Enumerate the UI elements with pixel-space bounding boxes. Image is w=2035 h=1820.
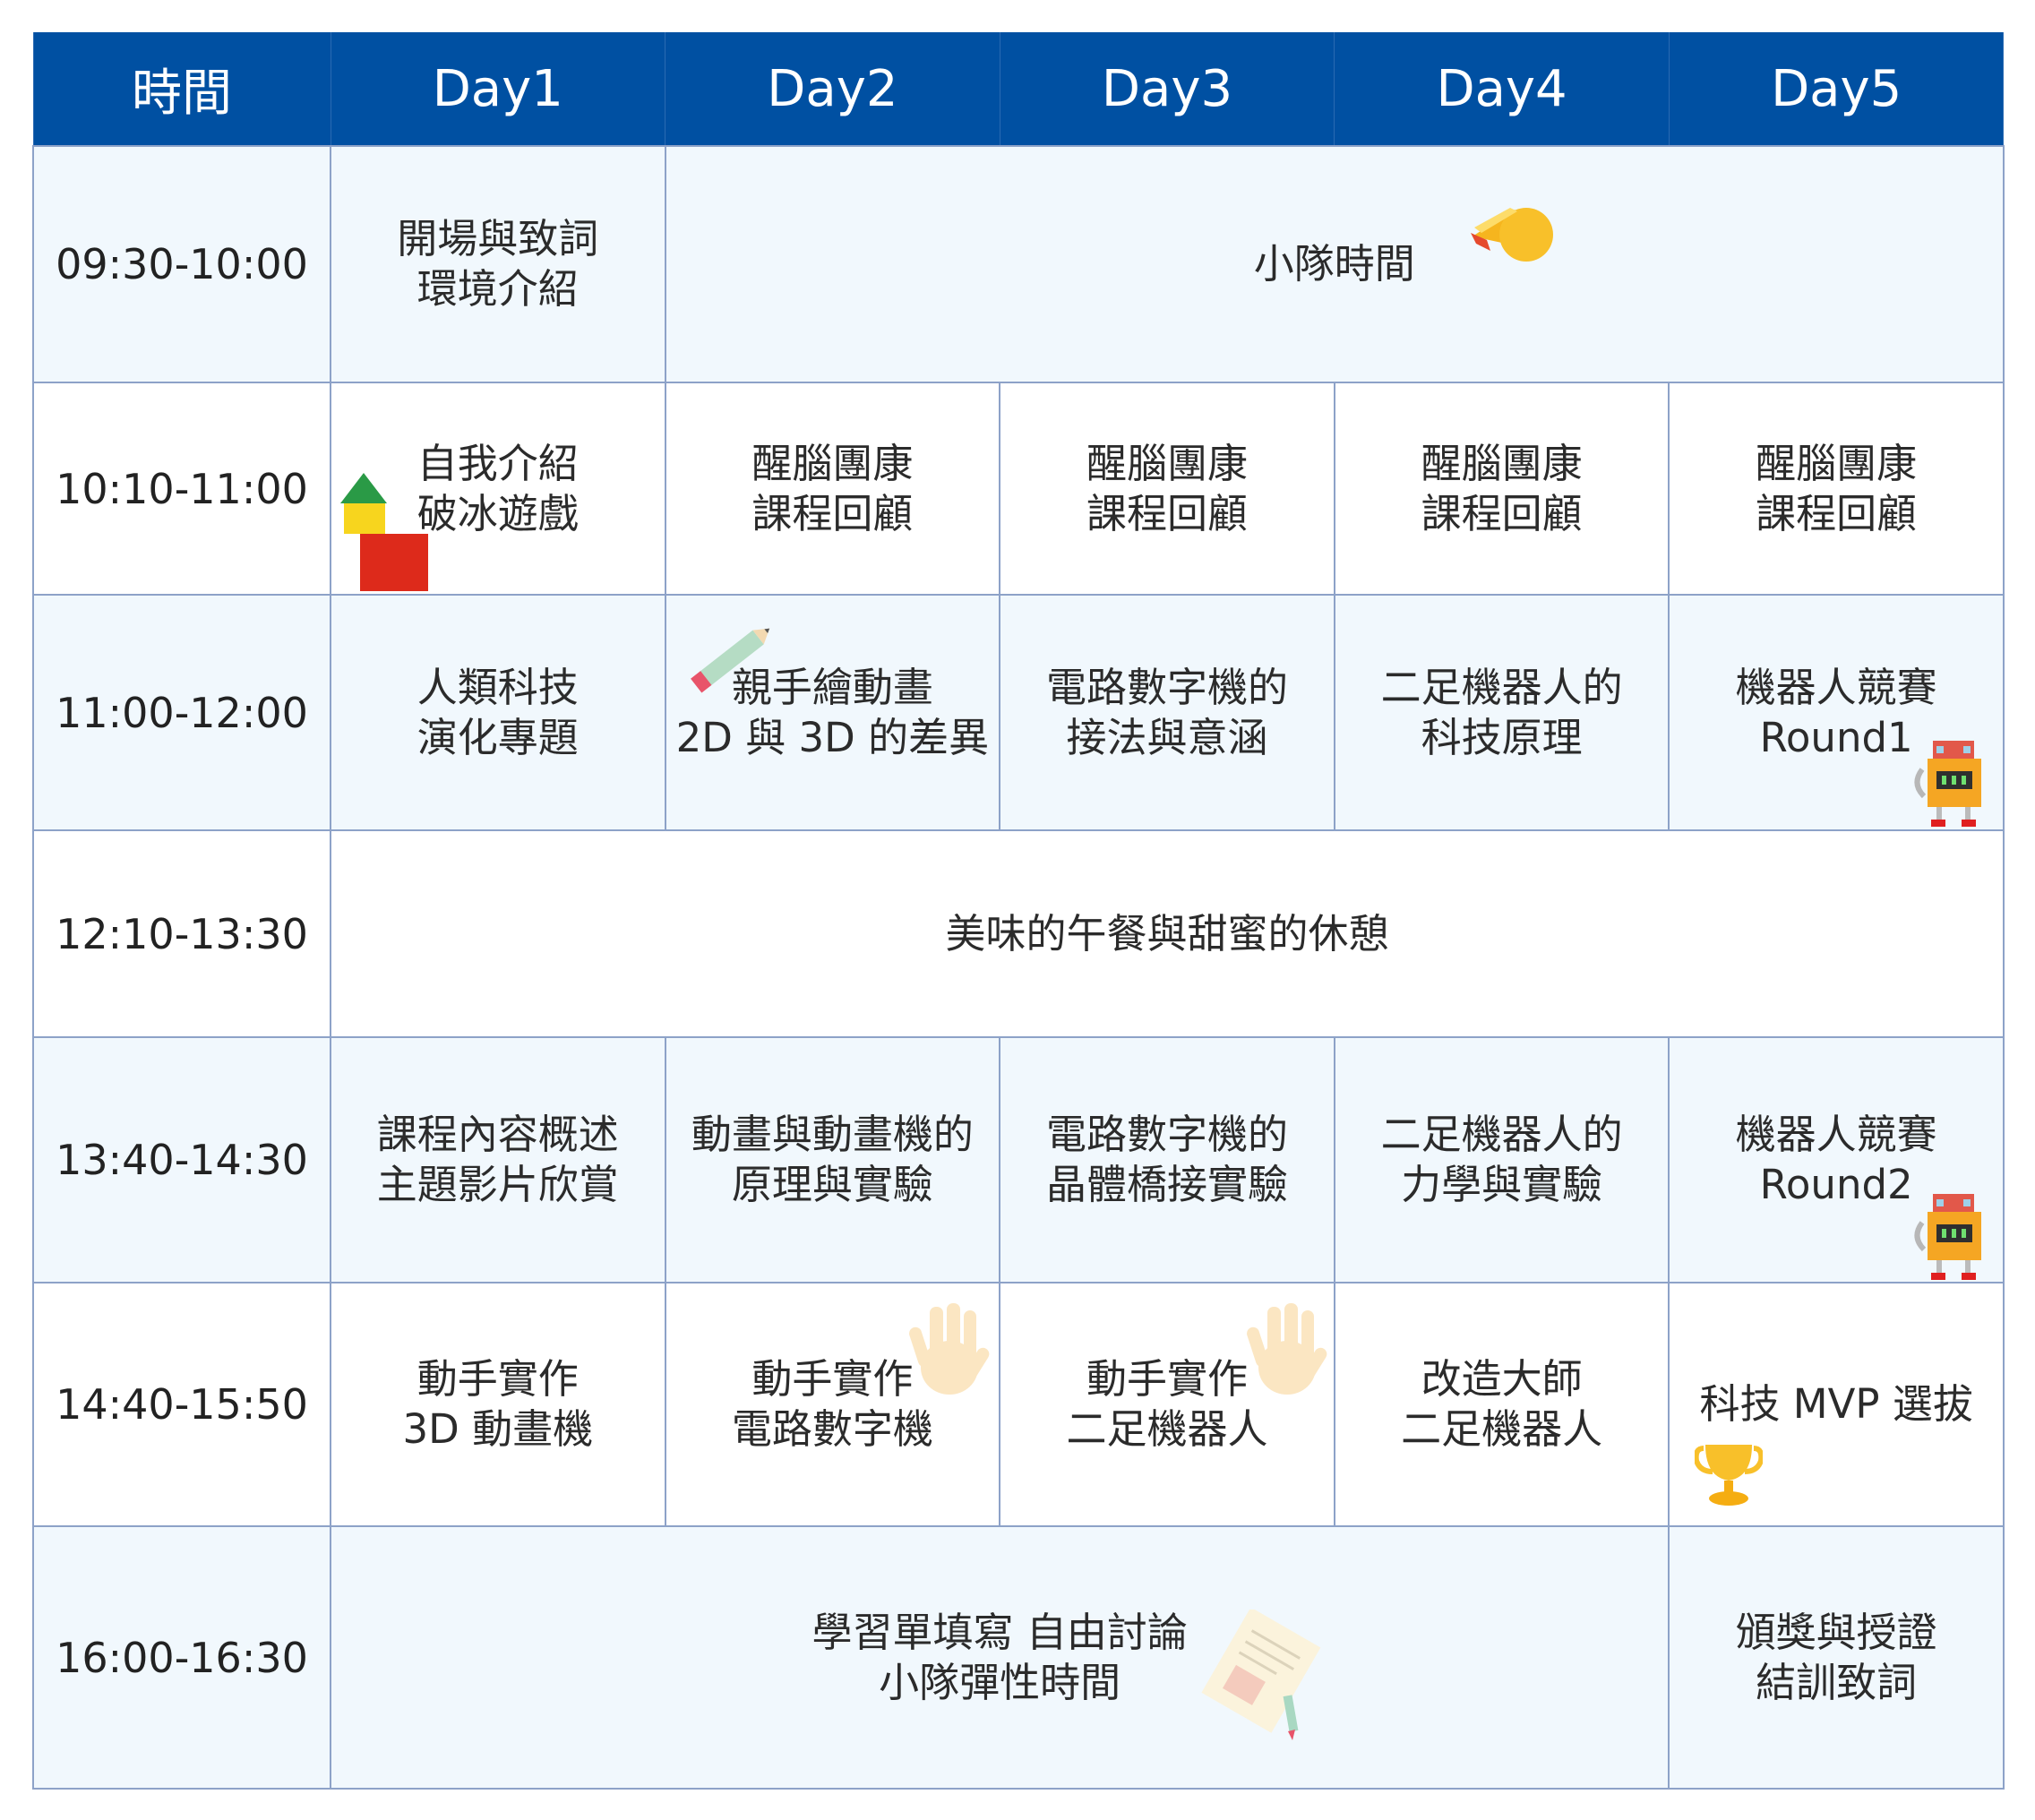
activity-cell: 動手實作 二足機器人 bbox=[999, 1282, 1335, 1527]
time-cell: 11:00-12:00 bbox=[32, 594, 331, 831]
header-time: 時間 bbox=[32, 32, 331, 146]
time-cell: 09:30-10:00 bbox=[32, 145, 331, 383]
activity-cell: 課程內容概述 主題影片欣賞 bbox=[330, 1036, 666, 1283]
activity-line: 小隊時間 bbox=[1253, 240, 1415, 288]
activity-line: 二足機器人 bbox=[1401, 1405, 1603, 1453]
activity-cell: 電路數字機的 晶體橋接實驗 bbox=[999, 1036, 1335, 1283]
activity-line: 主題影片欣賞 bbox=[376, 1161, 619, 1208]
schedule-row: 12:10-13:30 美味的午餐與甜蜜的休憩 bbox=[32, 829, 2005, 1038]
activity-line: 3D 動畫機 bbox=[402, 1405, 594, 1453]
schedule-table: 時間 Day1 Day2 Day3 Day4 Day5 09:30-10:00 … bbox=[32, 32, 2005, 1790]
activity-line: 二足機器人 bbox=[1066, 1405, 1268, 1453]
activity-line: 課程回顧 bbox=[1086, 489, 1248, 537]
activity-line: 課程回顧 bbox=[751, 489, 914, 537]
activity-cell: 動手實作 3D 動畫機 bbox=[330, 1282, 666, 1527]
activity-line: 電路數字機的 bbox=[1045, 1111, 1288, 1158]
schedule-row: 16:00-16:30 學習單填寫 自由討論 小隊彈性時間 頒獎與授證 結訓致詞 bbox=[32, 1525, 2005, 1790]
activity-line: 原理與實驗 bbox=[731, 1161, 933, 1208]
activity-line: 接法與意涵 bbox=[1066, 713, 1268, 761]
activity-cell: 開場與致詞 環境介紹 bbox=[330, 145, 666, 383]
activity-cell-merged: 學習單填寫 自由討論 小隊彈性時間 bbox=[329, 1525, 1670, 1790]
activity-line: 醒腦團康 bbox=[751, 439, 914, 487]
activity-line: 醒腦團康 bbox=[1421, 439, 1583, 487]
header-day3: Day3 bbox=[999, 32, 1335, 146]
activity-line: 親手繪動畫 bbox=[731, 663, 933, 711]
header-day5: Day5 bbox=[1668, 32, 2005, 146]
activity-line: Round2 bbox=[1759, 1161, 1913, 1208]
activity-cell-merged: 美味的午餐與甜蜜的休憩 bbox=[330, 829, 2005, 1038]
activity-cell: 頒獎與授證 結訓致詞 bbox=[1668, 1525, 2005, 1790]
activity-line: 課程回顧 bbox=[1421, 489, 1583, 537]
activity-cell-merged: 小隊時間 bbox=[664, 145, 2005, 383]
activity-cell: 二足機器人的 科技原理 bbox=[1333, 594, 1670, 831]
activity-line: 醒腦團康 bbox=[1086, 439, 1248, 487]
time-cell: 13:40-14:30 bbox=[32, 1036, 331, 1283]
activity-cell: 醒腦團康 課程回顧 bbox=[1668, 382, 2005, 596]
activity-cell: 自我介紹 破冰遊戲 bbox=[330, 382, 666, 596]
header-day2: Day2 bbox=[665, 32, 1000, 146]
activity-line: 動手實作 bbox=[416, 1355, 579, 1403]
schedule-row: 10:10-11:00 自我介紹 破冰遊戲 醒腦團康 課程回顧 醒腦團康 課程回… bbox=[32, 382, 2005, 596]
activity-line: 動手實作 bbox=[751, 1355, 914, 1403]
header-day4: Day4 bbox=[1334, 32, 1670, 146]
activity-line: 改造大師 bbox=[1421, 1355, 1583, 1403]
activity-line: 力學與實驗 bbox=[1401, 1161, 1603, 1208]
schedule-row: 14:40-15:50 動手實作 3D 動畫機 動手實作 電路數字機 動手實作 … bbox=[32, 1282, 2005, 1527]
activity-line: 開場與致詞 bbox=[397, 215, 599, 262]
activity-line: 醒腦團康 bbox=[1756, 439, 1918, 487]
activity-cell: 電路數字機的 接法與意涵 bbox=[999, 594, 1335, 831]
activity-cell: 改造大師 二足機器人 bbox=[1333, 1282, 1670, 1527]
activity-line: 二足機器人的 bbox=[1380, 1111, 1623, 1158]
activity-cell: 親手繪動畫 2D 與 3D 的差異 bbox=[664, 594, 1001, 831]
time-cell: 12:10-13:30 bbox=[32, 829, 331, 1038]
time-cell: 16:00-16:30 bbox=[32, 1525, 331, 1790]
activity-line: 動手實作 bbox=[1086, 1355, 1248, 1403]
activity-cell: 動手實作 電路數字機 bbox=[664, 1282, 1001, 1527]
activity-cell: 科技 MVP 選拔 bbox=[1668, 1282, 2005, 1527]
activity-line: 人類科技 bbox=[416, 663, 579, 711]
activity-line: 動畫與動畫機的 bbox=[691, 1111, 974, 1158]
activity-line: 環境介紹 bbox=[416, 265, 579, 313]
activity-cell: 醒腦團康 課程回顧 bbox=[999, 382, 1335, 596]
activity-line: 小隊彈性時間 bbox=[879, 1658, 1121, 1706]
schedule-row: 13:40-14:30 課程內容概述 主題影片欣賞 動畫與動畫機的 原理與實驗 … bbox=[32, 1036, 2005, 1283]
activity-line: 二足機器人的 bbox=[1380, 663, 1623, 711]
activity-cell: 二足機器人的 力學與實驗 bbox=[1333, 1036, 1670, 1283]
activity-line: 自我介紹 bbox=[416, 439, 579, 487]
activity-line: 美味的午餐與甜蜜的休憩 bbox=[945, 909, 1389, 957]
activity-line: 課程回顧 bbox=[1756, 489, 1918, 537]
activity-line: 科技原理 bbox=[1421, 713, 1583, 761]
activity-line: 演化專題 bbox=[416, 713, 579, 761]
time-cell: 14:40-15:50 bbox=[32, 1282, 331, 1527]
activity-line: 頒獎與授證 bbox=[1735, 1608, 1937, 1656]
activity-line: 機器人競賽 bbox=[1735, 1111, 1937, 1158]
schedule-row: 09:30-10:00 開場與致詞 環境介紹 小隊時間 bbox=[32, 145, 2005, 383]
activity-line: 學習單填寫 自由討論 bbox=[811, 1608, 1188, 1656]
trophy-icon bbox=[1695, 1445, 1764, 1506]
schedule-table-container: 時間 Day1 Day2 Day3 Day4 Day5 09:30-10:00 … bbox=[32, 32, 2005, 1790]
header-day1: Day1 bbox=[330, 32, 666, 146]
activity-cell: 醒腦團康 課程回顧 bbox=[1333, 382, 1670, 596]
schedule-row: 11:00-12:00 人類科技 演化專題 親手繪動畫 2D 與 3D 的差異 bbox=[32, 594, 2005, 831]
activity-line: 電路數字機 bbox=[731, 1405, 933, 1453]
activity-cell: 動畫與動畫機的 原理與實驗 bbox=[664, 1036, 1001, 1283]
activity-cell: 人類科技 演化專題 bbox=[330, 594, 666, 831]
activity-line: 結訓致詞 bbox=[1756, 1658, 1918, 1706]
activity-line: 科技 MVP 選拔 bbox=[1699, 1380, 1973, 1428]
activity-line: 課程內容概述 bbox=[376, 1111, 619, 1158]
activity-line: 破冰遊戲 bbox=[416, 489, 579, 537]
activity-line: 機器人競賽 bbox=[1735, 663, 1937, 711]
activity-line: 電路數字機的 bbox=[1045, 663, 1288, 711]
activity-line: 晶體橋接實驗 bbox=[1045, 1161, 1288, 1208]
time-cell: 10:10-11:00 bbox=[32, 382, 331, 596]
activity-line: Round1 bbox=[1759, 713, 1913, 761]
header-row: 時間 Day1 Day2 Day3 Day4 Day5 bbox=[32, 32, 2005, 146]
activity-cell: 機器人競賽 Round2 bbox=[1668, 1036, 2005, 1283]
activity-cell: 醒腦團康 課程回顧 bbox=[664, 382, 1001, 596]
activity-line: 2D 與 3D 的差異 bbox=[675, 713, 990, 761]
activity-cell: 機器人競賽 Round1 bbox=[1668, 594, 2005, 831]
